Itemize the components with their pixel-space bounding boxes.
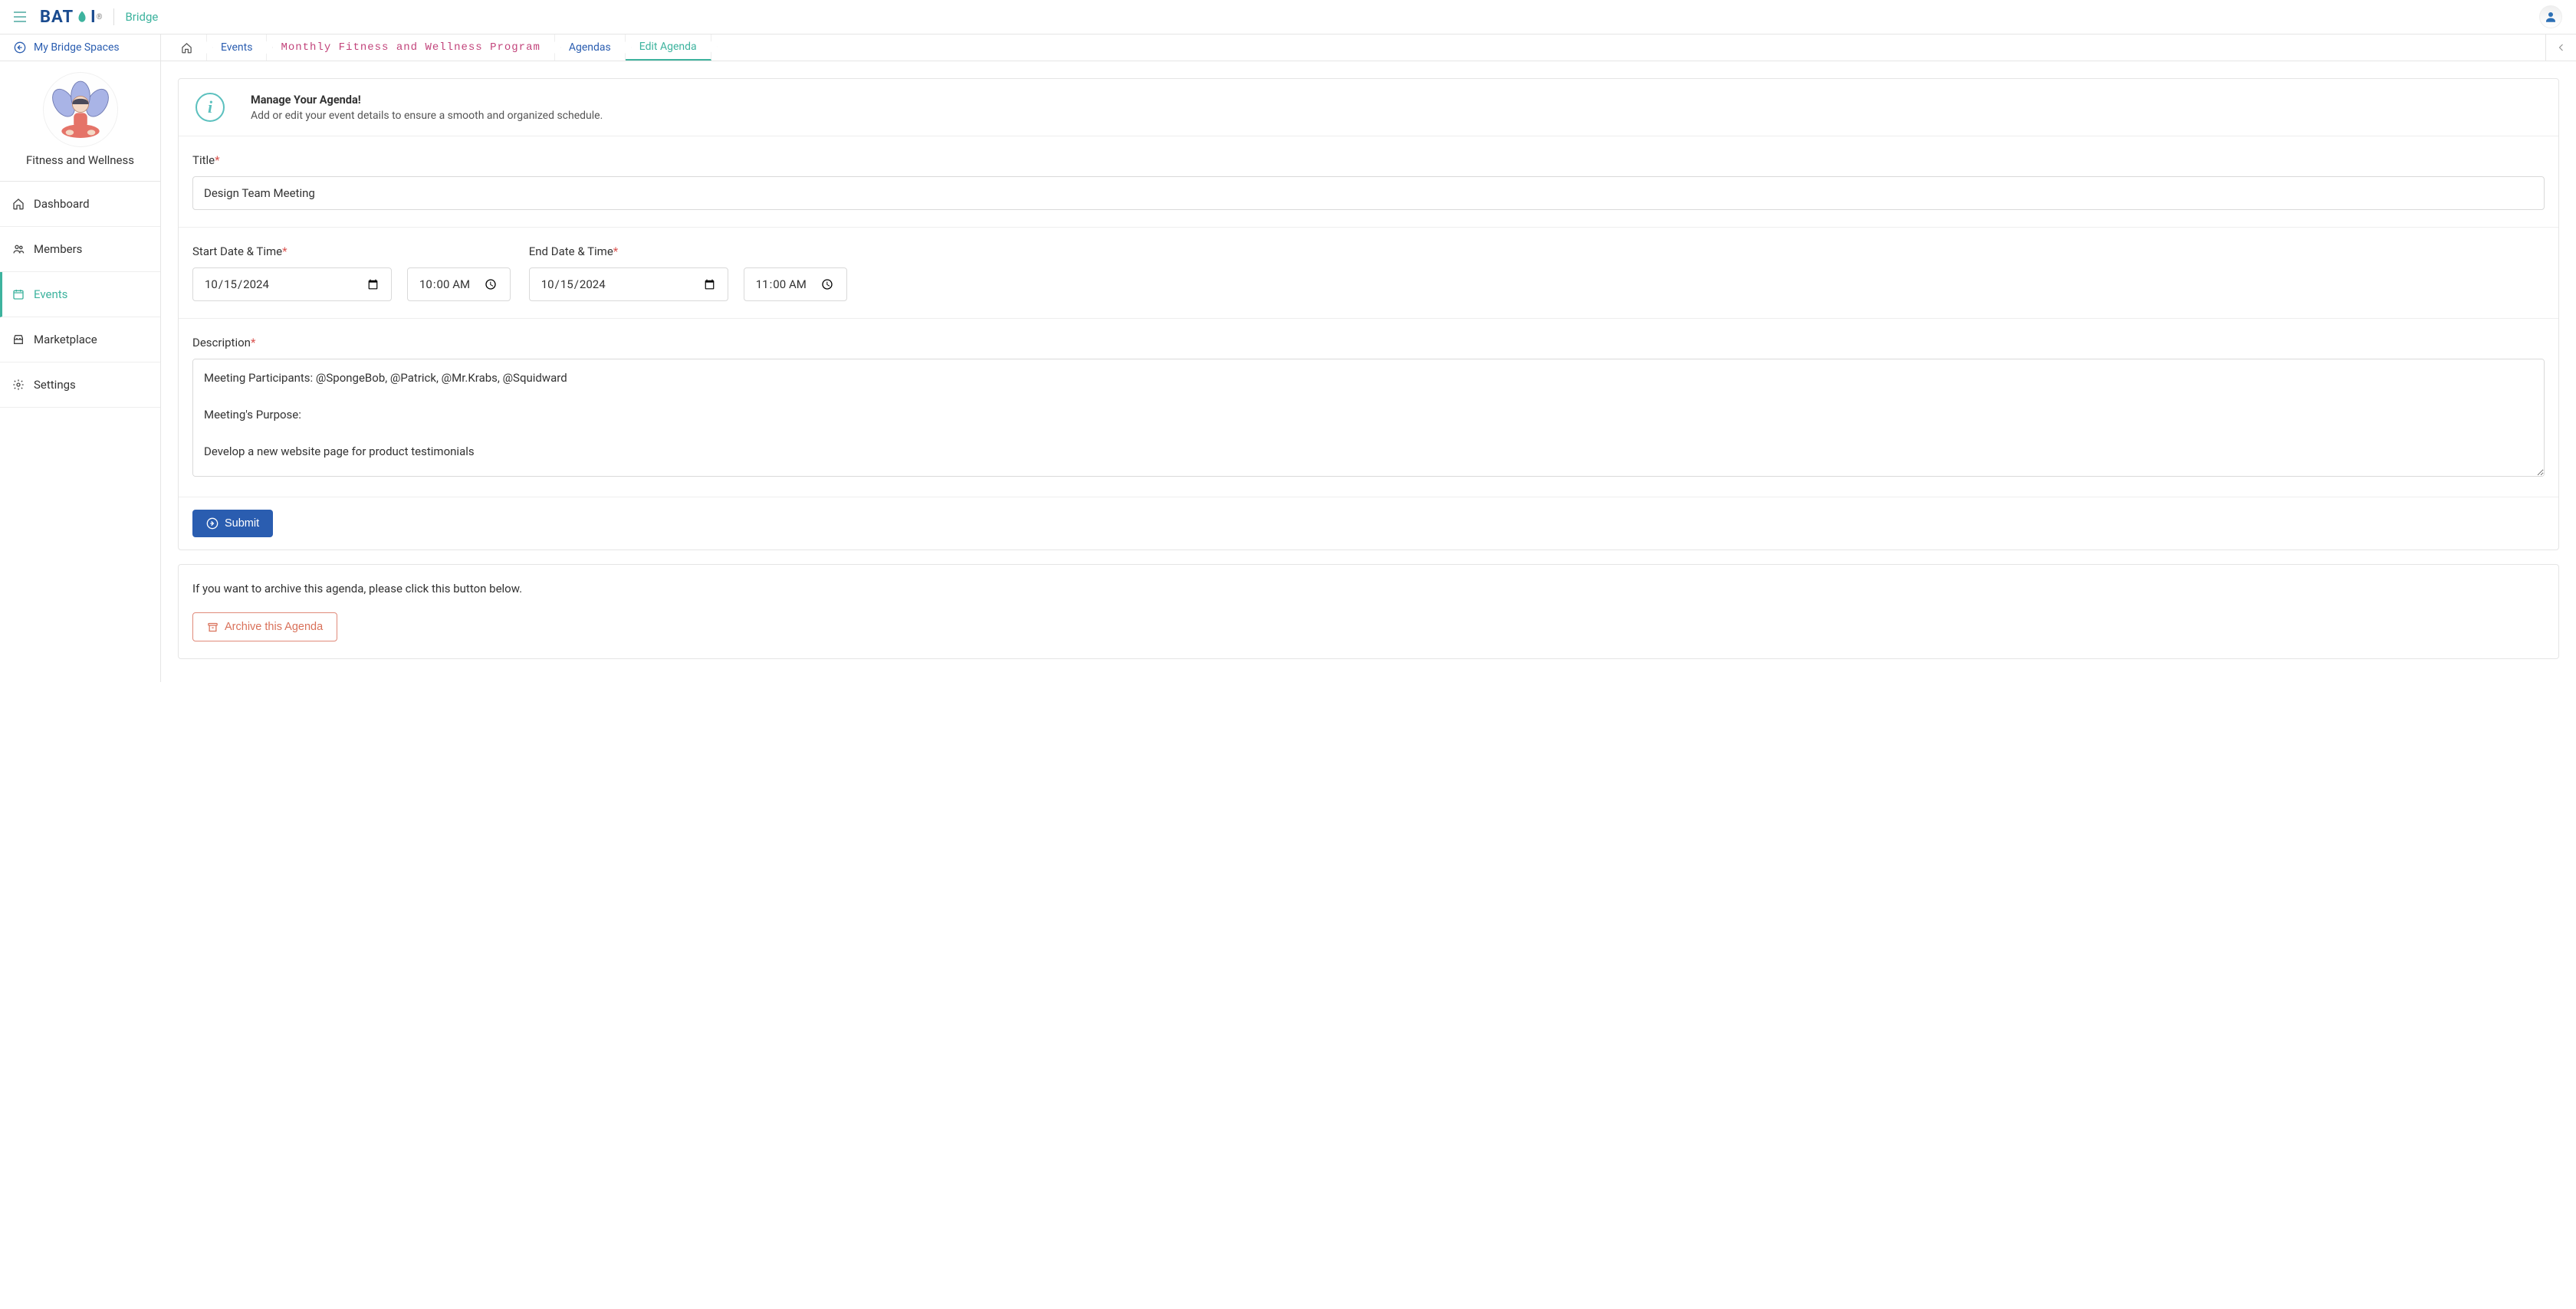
space-header: Fitness and Wellness (0, 61, 160, 182)
breadcrumb-program[interactable]: Monthly Fitness and Wellness Program (267, 34, 554, 61)
breadcrumb-program-label: Monthly Fitness and Wellness Program (281, 41, 540, 54)
sidebar-item-settings[interactable]: Settings (0, 363, 160, 408)
sidebar: Fitness and Wellness Dashboard Members E… (0, 61, 161, 682)
submit-button[interactable]: Submit (192, 510, 273, 537)
archive-icon (207, 622, 219, 633)
divider (113, 8, 114, 25)
breadcrumb-collapse[interactable] (2545, 34, 2576, 61)
gear-icon (12, 379, 29, 391)
title-section: Title* (179, 136, 2558, 228)
back-arrow-icon (14, 41, 26, 54)
required-marker: * (215, 153, 219, 167)
submit-row: Submit (179, 497, 2558, 550)
home-icon (12, 198, 29, 210)
description-textarea[interactable] (192, 359, 2545, 477)
breadcrumb-trail: Events Monthly Fitness and Wellness Prog… (161, 34, 2545, 61)
title-label: Title* (192, 153, 2545, 167)
my-bridge-spaces-label: My Bridge Spaces (34, 41, 120, 54)
my-bridge-spaces-link[interactable]: My Bridge Spaces (0, 34, 161, 61)
sidebar-item-label: Members (34, 242, 82, 256)
required-marker: * (251, 336, 255, 349)
sidebar-item-events[interactable]: Events (0, 272, 160, 317)
datetime-section: Start Date & Time* (179, 228, 2558, 319)
info-icon: i (196, 93, 225, 122)
sidebar-item-label: Marketplace (34, 333, 97, 346)
brand-sub: Bridge (125, 10, 158, 24)
end-time-input[interactable] (744, 267, 847, 301)
submit-button-label: Submit (225, 517, 259, 530)
content-area: i Manage Your Agenda! Add or edit your e… (161, 61, 2576, 682)
title-input[interactable] (192, 176, 2545, 210)
logo-text-after: I (90, 8, 96, 27)
breadcrumb-edit-agenda-label: Edit Agenda (639, 41, 697, 53)
user-avatar[interactable] (2539, 5, 2562, 28)
submit-arrow-icon (206, 517, 219, 530)
description-section: Description* (179, 319, 2558, 497)
users-icon (12, 243, 29, 255)
meditation-icon (47, 76, 114, 143)
breadcrumb-agendas[interactable]: Agendas (555, 34, 626, 61)
leaf-icon (75, 10, 89, 24)
main-layout: Fitness and Wellness Dashboard Members E… (0, 61, 2576, 682)
sidebar-item-members[interactable]: Members (0, 227, 160, 272)
archive-text: If you want to archive this agenda, plea… (192, 582, 2545, 595)
archive-card: If you want to archive this agenda, plea… (178, 564, 2559, 659)
sidebar-item-label: Dashboard (34, 197, 90, 211)
space-avatar (43, 72, 118, 147)
archive-button-label: Archive this Agenda (225, 621, 323, 633)
sidebar-item-label: Events (34, 287, 67, 301)
logo[interactable]: BAT I ® (40, 8, 103, 27)
required-marker: * (613, 244, 618, 258)
info-panel: i Manage Your Agenda! Add or edit your e… (179, 79, 2558, 136)
start-datetime-label-text: Start Date & Time (192, 244, 282, 258)
archive-button[interactable]: Archive this Agenda (192, 612, 337, 641)
sidebar-item-dashboard[interactable]: Dashboard (0, 182, 160, 227)
info-desc: Add or edit your event details to ensure… (251, 110, 603, 122)
calendar-icon (12, 288, 29, 300)
title-label-text: Title (192, 153, 215, 167)
logo-text-before: BAT (40, 8, 74, 27)
end-datetime-label: End Date & Time* (529, 244, 847, 258)
breadcrumb-events-label: Events (221, 41, 252, 54)
info-title: Manage Your Agenda! (251, 94, 603, 107)
chevron-left-icon (2557, 43, 2566, 52)
end-datetime-label-text: End Date & Time (529, 244, 613, 258)
sidebar-item-marketplace[interactable]: Marketplace (0, 317, 160, 363)
end-date-input[interactable] (529, 267, 728, 301)
start-time-input[interactable] (407, 267, 511, 301)
breadcrumb-edit-agenda[interactable]: Edit Agenda (626, 34, 711, 61)
description-label: Description* (192, 336, 2545, 349)
space-title: Fitness and Wellness (26, 153, 134, 167)
start-date-input[interactable] (192, 267, 392, 301)
home-icon (181, 42, 192, 54)
breadcrumb-bar: My Bridge Spaces Events Monthly Fitness … (0, 34, 2576, 61)
breadcrumb-agendas-label: Agendas (569, 41, 611, 54)
agenda-form-card: i Manage Your Agenda! Add or edit your e… (178, 78, 2559, 550)
description-label-text: Description (192, 336, 251, 349)
start-datetime-label: Start Date & Time* (192, 244, 511, 258)
breadcrumb-events[interactable]: Events (207, 34, 267, 61)
breadcrumb-home[interactable] (167, 34, 207, 61)
sidebar-item-label: Settings (34, 378, 76, 392)
logo-reg: ® (97, 13, 104, 21)
store-icon (12, 333, 29, 346)
required-marker: * (282, 244, 287, 258)
hamburger-icon[interactable] (14, 11, 26, 22)
topbar: BAT I ® Bridge (0, 0, 2576, 34)
